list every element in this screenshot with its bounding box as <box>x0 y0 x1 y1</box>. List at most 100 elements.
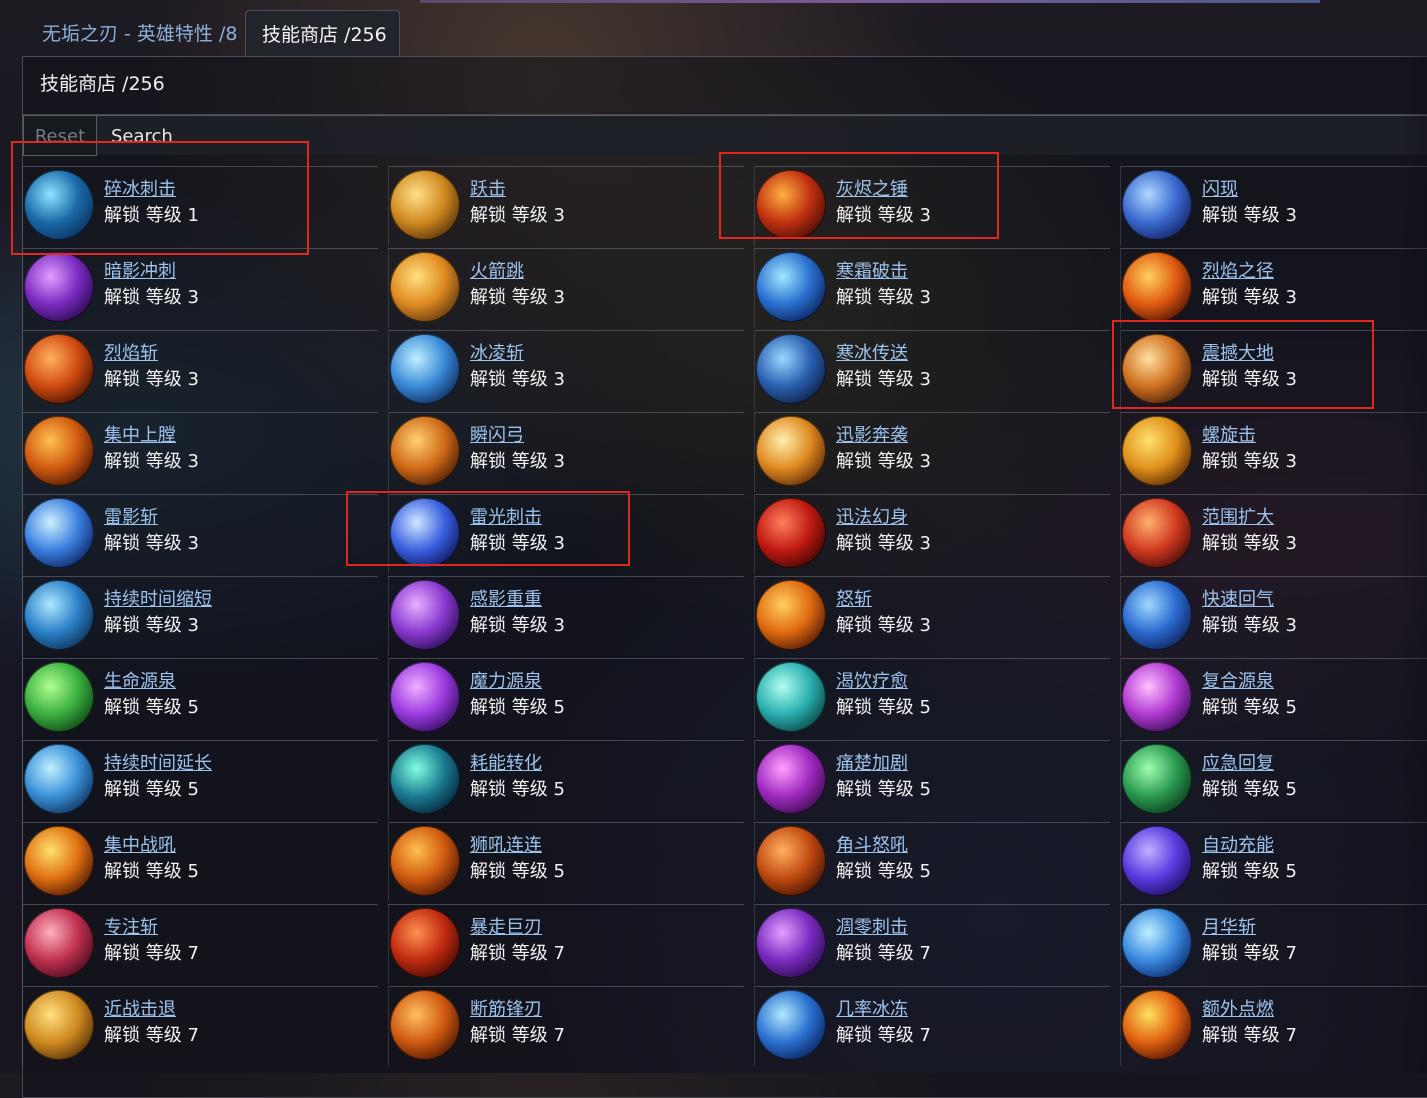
skill-item[interactable]: 持续时间缩短 解锁 等级 3 <box>22 576 378 656</box>
skill-icon[interactable] <box>756 498 826 568</box>
skill-name-link[interactable]: 集中上膛 <box>104 421 176 447</box>
skill-icon[interactable] <box>1122 252 1192 322</box>
skill-name-link[interactable]: 痛楚加剧 <box>836 749 908 775</box>
skill-name-link[interactable]: 感影重重 <box>470 585 542 611</box>
skill-item[interactable]: 快速回气 解锁 等级 3 <box>1120 576 1427 656</box>
skill-icon[interactable] <box>24 662 94 732</box>
skill-item[interactable]: 几率冰冻 解锁 等级 7 <box>754 986 1110 1066</box>
skill-icon[interactable] <box>24 826 94 896</box>
skill-name-link[interactable]: 暴走巨刃 <box>470 913 542 939</box>
skill-item[interactable]: 凋零刺击 解锁 等级 7 <box>754 904 1110 984</box>
skill-name-link[interactable]: 角斗怒吼 <box>836 831 908 857</box>
skill-name-link[interactable]: 应急回复 <box>1202 749 1274 775</box>
skill-item[interactable]: 生命源泉 解锁 等级 5 <box>22 658 378 738</box>
skill-name-link[interactable]: 烈焰斩 <box>104 339 158 365</box>
skill-icon[interactable] <box>24 498 94 568</box>
skill-item[interactable]: 迅法幻身 解锁 等级 3 <box>754 494 1110 574</box>
skill-name-link[interactable]: 自动充能 <box>1202 831 1274 857</box>
skill-icon[interactable] <box>390 908 460 978</box>
skill-item[interactable]: 狮吼连连 解锁 等级 5 <box>388 822 744 902</box>
skill-name-link[interactable]: 寒霜破击 <box>836 257 908 283</box>
skill-icon[interactable] <box>1122 580 1192 650</box>
skill-name-link[interactable]: 怒斩 <box>836 585 872 611</box>
skill-name-link[interactable]: 迅法幻身 <box>836 503 908 529</box>
skill-icon[interactable] <box>390 990 460 1060</box>
skill-name-link[interactable]: 近战击退 <box>104 995 176 1021</box>
skill-name-link[interactable]: 雷影斩 <box>104 503 158 529</box>
skill-icon[interactable] <box>24 580 94 650</box>
skill-item[interactable]: 烈焰之径 解锁 等级 3 <box>1120 248 1427 328</box>
skill-icon[interactable] <box>390 252 460 322</box>
skill-item[interactable]: 瞬闪弓 解锁 等级 3 <box>388 412 744 492</box>
skill-icon[interactable] <box>1122 990 1192 1060</box>
skill-item[interactable]: 跃击 解锁 等级 3 <box>388 166 744 246</box>
skill-item[interactable]: 冰凌斩 解锁 等级 3 <box>388 330 744 410</box>
skill-name-link[interactable]: 冰凌斩 <box>470 339 524 365</box>
skill-name-link[interactable]: 瞬闪弓 <box>470 421 524 447</box>
skill-item[interactable]: 闪现 解锁 等级 3 <box>1120 166 1427 246</box>
skill-name-link[interactable]: 几率冰冻 <box>836 995 908 1021</box>
skill-item[interactable]: 自动充能 解锁 等级 5 <box>1120 822 1427 902</box>
skill-name-link[interactable]: 持续时间缩短 <box>104 585 212 611</box>
skill-item[interactable]: 范围扩大 解锁 等级 3 <box>1120 494 1427 574</box>
skill-icon[interactable] <box>756 252 826 322</box>
skill-item[interactable]: 额外点燃 解锁 等级 7 <box>1120 986 1427 1066</box>
skill-item[interactable]: 迅影奔袭 解锁 等级 3 <box>754 412 1110 492</box>
skill-name-link[interactable]: 耗能转化 <box>470 749 542 775</box>
tab-skill-shop[interactable]: 技能商店 /256 <box>245 10 400 56</box>
skill-icon[interactable] <box>1122 826 1192 896</box>
skill-icon[interactable] <box>756 908 826 978</box>
skill-icon[interactable] <box>1122 908 1192 978</box>
skill-name-link[interactable]: 集中战吼 <box>104 831 176 857</box>
skill-icon[interactable] <box>756 662 826 732</box>
skill-icon[interactable] <box>390 334 460 404</box>
skill-item[interactable]: 痛楚加剧 解锁 等级 5 <box>754 740 1110 820</box>
skill-icon[interactable] <box>24 908 94 978</box>
skill-item[interactable]: 集中战吼 解锁 等级 5 <box>22 822 378 902</box>
skill-icon[interactable] <box>390 170 460 240</box>
skill-name-link[interactable]: 断筋锋刃 <box>470 995 542 1021</box>
skill-item[interactable]: 烈焰斩 解锁 等级 3 <box>22 330 378 410</box>
skill-icon[interactable] <box>1122 498 1192 568</box>
skill-name-link[interactable]: 迅影奔袭 <box>836 421 908 447</box>
skill-icon[interactable] <box>756 990 826 1060</box>
skill-name-link[interactable]: 跃击 <box>470 175 506 201</box>
skill-icon[interactable] <box>24 744 94 814</box>
skill-item[interactable]: 集中上膛 解锁 等级 3 <box>22 412 378 492</box>
skill-name-link[interactable]: 螺旋击 <box>1202 421 1256 447</box>
skill-name-link[interactable]: 寒冰传送 <box>836 339 908 365</box>
skill-name-link[interactable]: 烈焰之径 <box>1202 257 1274 283</box>
skill-name-link[interactable]: 额外点燃 <box>1202 995 1274 1021</box>
skill-item[interactable]: 专注斩 解锁 等级 7 <box>22 904 378 984</box>
skill-item[interactable]: 魔力源泉 解锁 等级 5 <box>388 658 744 738</box>
skill-icon[interactable] <box>756 580 826 650</box>
skill-item[interactable]: 暴走巨刃 解锁 等级 7 <box>388 904 744 984</box>
skill-name-link[interactable]: 魔力源泉 <box>470 667 542 693</box>
tab-hero-traits[interactable]: 无垢之刃 - 英雄特性 /8 <box>26 10 253 56</box>
skill-icon[interactable] <box>390 744 460 814</box>
skill-icon[interactable] <box>390 416 460 486</box>
skill-icon[interactable] <box>756 744 826 814</box>
skill-icon[interactable] <box>756 334 826 404</box>
skill-icon[interactable] <box>1122 744 1192 814</box>
skill-name-link[interactable]: 火箭跳 <box>470 257 524 283</box>
skill-name-link[interactable]: 凋零刺击 <box>836 913 908 939</box>
skill-item[interactable]: 暗影冲刺 解锁 等级 3 <box>22 248 378 328</box>
skill-icon[interactable] <box>390 580 460 650</box>
skill-icon[interactable] <box>24 990 94 1060</box>
skill-name-link[interactable]: 渴饮疗愈 <box>836 667 908 693</box>
skill-icon[interactable] <box>390 662 460 732</box>
skill-icon[interactable] <box>24 416 94 486</box>
skill-icon[interactable] <box>1122 662 1192 732</box>
skill-item[interactable]: 应急回复 解锁 等级 5 <box>1120 740 1427 820</box>
skill-item[interactable]: 持续时间延长 解锁 等级 5 <box>22 740 378 820</box>
skill-icon[interactable] <box>1122 416 1192 486</box>
skill-item[interactable]: 复合源泉 解锁 等级 5 <box>1120 658 1427 738</box>
skill-item[interactable]: 月华斩 解锁 等级 7 <box>1120 904 1427 984</box>
skill-item[interactable]: 耗能转化 解锁 等级 5 <box>388 740 744 820</box>
skill-item[interactable]: 近战击退 解锁 等级 7 <box>22 986 378 1066</box>
skill-item[interactable]: 感影重重 解锁 等级 3 <box>388 576 744 656</box>
skill-item[interactable]: 断筋锋刃 解锁 等级 7 <box>388 986 744 1066</box>
skill-item[interactable]: 角斗怒吼 解锁 等级 5 <box>754 822 1110 902</box>
skill-item[interactable]: 雷影斩 解锁 等级 3 <box>22 494 378 574</box>
